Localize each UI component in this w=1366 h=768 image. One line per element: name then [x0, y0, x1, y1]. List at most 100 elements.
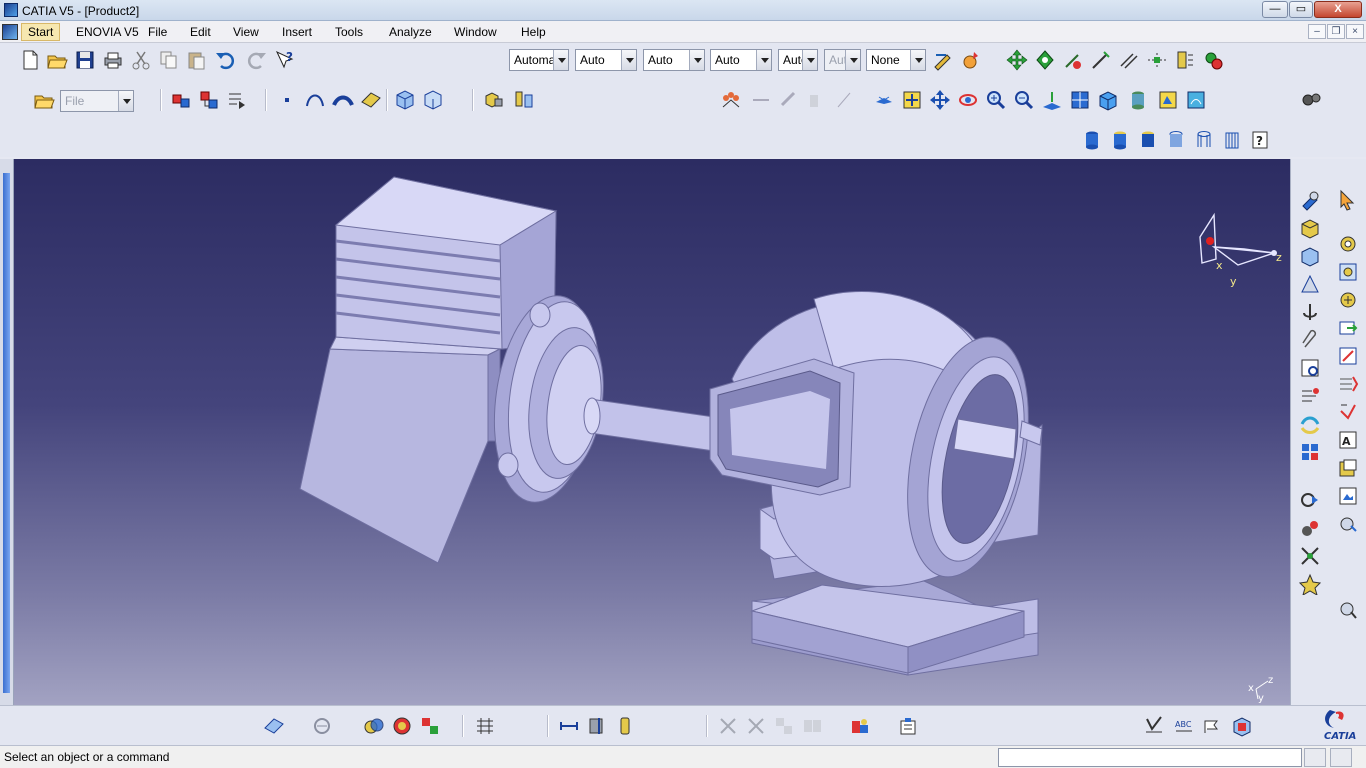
text-annotation-icon[interactable]: ABC [1173, 715, 1195, 737]
flexible-assembly-icon[interactable] [1337, 317, 1359, 339]
menu-tools[interactable]: Tools [335, 25, 363, 39]
attach-icon[interactable] [1299, 329, 1321, 351]
rendering-style-combo[interactable]: Auto [778, 49, 818, 71]
layer-combo[interactable]: None [866, 49, 926, 71]
multi-instantiation-icon[interactable] [1299, 441, 1321, 463]
tree-scrollbar[interactable] [0, 159, 14, 705]
surface-icon[interactable] [332, 89, 354, 111]
fix-together-icon[interactable] [1337, 261, 1359, 283]
paste-icon[interactable] [186, 49, 208, 71]
tree-scrollbar-thumb[interactable] [3, 173, 10, 693]
plane-icon[interactable] [360, 89, 382, 111]
doc-close-button[interactable]: × [1346, 24, 1364, 39]
undo-icon[interactable] [214, 49, 236, 71]
point-symbol-combo[interactable]: Auto [710, 49, 772, 71]
normal-view-icon[interactable] [1041, 89, 1063, 111]
material-icon[interactable] [614, 715, 636, 737]
constraint-icon[interactable] [720, 89, 742, 111]
line-color-combo[interactable]: Automatic [509, 49, 569, 71]
3d-viewport[interactable]: x y z x y z [14, 159, 1290, 705]
catalog-browser-icon[interactable] [849, 715, 871, 737]
menu-enovia[interactable]: ENOVIA V5 [76, 25, 139, 39]
constraint-checker-icon[interactable] [1143, 715, 1165, 737]
settings-gears-icon[interactable] [1300, 89, 1322, 111]
menu-view[interactable]: View [233, 25, 259, 39]
reconnect-icon[interactable] [1299, 413, 1321, 435]
reset-icon[interactable] [311, 715, 333, 737]
replace-component-icon[interactable] [226, 89, 248, 111]
anchor-icon[interactable] [1299, 301, 1321, 323]
apply-material-icon[interactable] [960, 49, 982, 71]
menu-start[interactable]: Start [21, 23, 61, 41]
redo-icon[interactable] [246, 49, 268, 71]
edges-hidden-icon[interactable] [1137, 129, 1159, 151]
fix-component-icon[interactable] [1337, 233, 1359, 255]
sectioning-analysis-icon[interactable] [391, 715, 413, 737]
menu-window[interactable]: Window [454, 25, 497, 39]
assembly-icon[interactable] [483, 89, 505, 111]
product-structure-icon[interactable] [1299, 189, 1321, 211]
flag-annotation-icon[interactable] [1201, 715, 1223, 737]
update-icon[interactable] [1202, 49, 1224, 71]
quick-view-icon[interactable] [1069, 89, 1091, 111]
print-icon[interactable] [102, 49, 124, 71]
existing-component-icon[interactable] [170, 89, 192, 111]
snap-component-icon[interactable] [1299, 545, 1321, 567]
menu-help[interactable]: Help [521, 25, 546, 39]
fit-all-in-icon[interactable] [901, 89, 923, 111]
hide-show-icon[interactable] [1157, 89, 1179, 111]
select-arrow-icon[interactable] [1337, 189, 1359, 211]
annotation-text-icon[interactable]: A [1337, 429, 1359, 451]
drive-shaft[interactable] [583, 397, 715, 452]
minimize-button[interactable]: — [1262, 1, 1288, 18]
menu-insert[interactable]: Insert [282, 25, 312, 39]
scene-icon[interactable] [1337, 485, 1359, 507]
explode-component-icon[interactable] [1299, 573, 1321, 595]
assembly-model[interactable]: x y z x y z [14, 159, 1290, 705]
painter-icon[interactable] [932, 49, 954, 71]
line-weight-combo[interactable]: Auto [575, 49, 637, 71]
manipulation-icon[interactable] [1299, 517, 1321, 539]
measure-item-icon[interactable] [558, 715, 580, 737]
zoom-out-icon[interactable] [1013, 89, 1035, 111]
angle-icon[interactable] [1146, 49, 1168, 71]
measure-inertia-icon[interactable] [586, 715, 608, 737]
part-icon[interactable] [1299, 245, 1321, 267]
command-execute-button[interactable] [1330, 748, 1352, 767]
swap-space-icon[interactable] [1185, 89, 1207, 111]
point-icon[interactable] [276, 89, 298, 111]
curve-icon[interactable] [304, 89, 326, 111]
fix-icon[interactable] [1174, 49, 1196, 71]
grid-icon[interactable] [474, 715, 496, 737]
doc-minimize-button[interactable]: – [1308, 24, 1326, 39]
rotate-icon[interactable] [1034, 49, 1056, 71]
change-constraint-icon[interactable] [1337, 345, 1359, 367]
close-button[interactable]: X [1314, 1, 1362, 18]
wire-edges-icon[interactable] [1221, 129, 1243, 151]
explode-icon[interactable] [513, 89, 535, 111]
manipulate-icon[interactable] [1090, 49, 1112, 71]
command-history-button[interactable] [1304, 748, 1326, 767]
save-icon[interactable] [74, 49, 96, 71]
reorder-icon[interactable] [1299, 385, 1321, 407]
new-icon[interactable] [19, 49, 41, 71]
shading-icon[interactable] [1127, 89, 1149, 111]
menu-edit[interactable]: Edit [190, 25, 211, 39]
wireframe-icon[interactable] [1193, 129, 1215, 151]
fly-mode-icon[interactable] [873, 89, 895, 111]
enhanced-scene-icon[interactable] [1337, 513, 1359, 535]
shading-no-edges-icon[interactable] [1109, 129, 1131, 151]
pan-icon[interactable] [1006, 49, 1028, 71]
power-input-field[interactable] [998, 748, 1302, 767]
menu-analyze[interactable]: Analyze [389, 25, 432, 39]
zoom-in-icon[interactable] [985, 89, 1007, 111]
bill-of-material-icon[interactable] [897, 715, 919, 737]
catia-app-icon[interactable] [4, 3, 18, 17]
customize-view-icon[interactable]: ? [1249, 129, 1271, 151]
cut-icon[interactable] [130, 49, 152, 71]
sectioning-icon[interactable] [1337, 401, 1359, 423]
dynamic-hidden-icon[interactable] [1165, 129, 1187, 151]
rotate-view-icon[interactable] [957, 89, 979, 111]
snap-icon[interactable] [1062, 49, 1084, 71]
new-product-icon[interactable] [198, 89, 220, 111]
